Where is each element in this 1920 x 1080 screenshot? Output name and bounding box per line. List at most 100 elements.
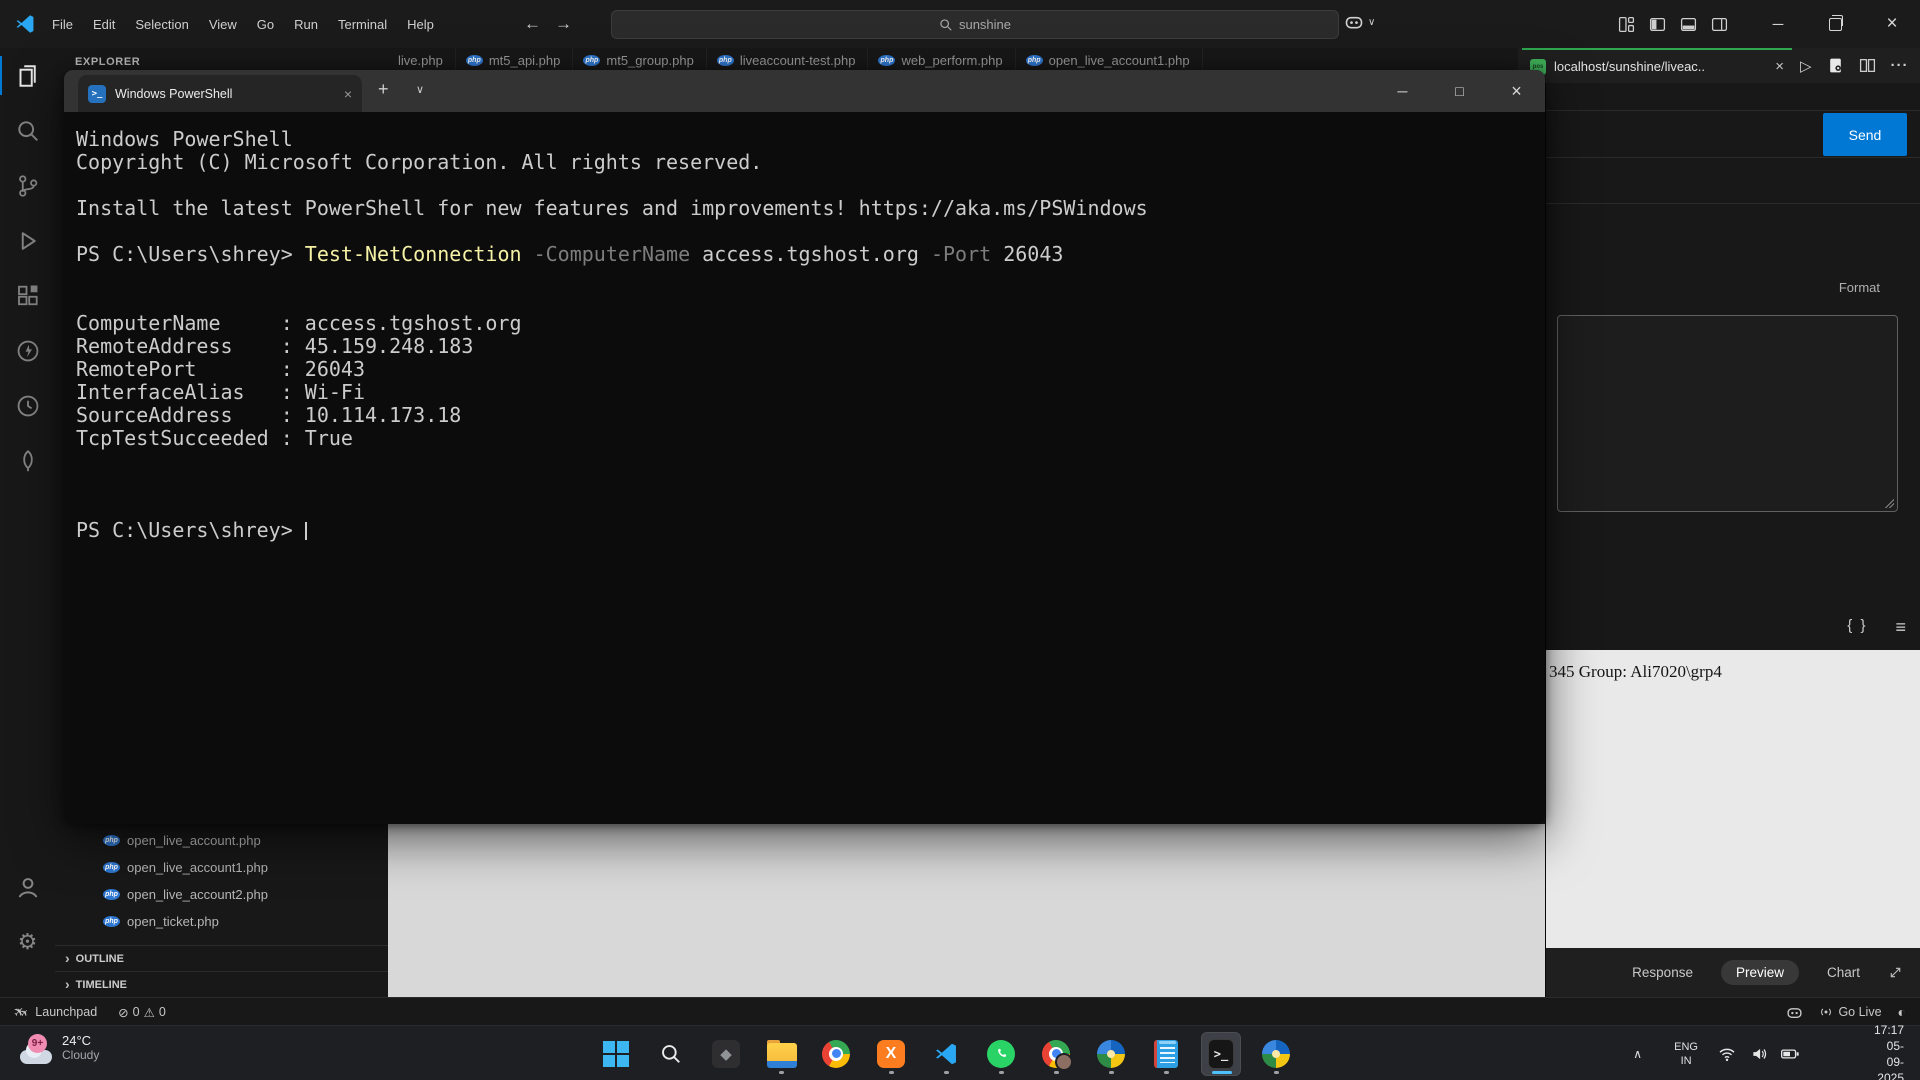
wifi-icon[interactable] [1718,1045,1736,1063]
expand-icon[interactable] [1888,965,1903,980]
leaf-icon [16,449,40,473]
response-tab[interactable]: Chart [1825,960,1862,985]
sidebar-item-search[interactable] [0,103,55,158]
nav-back-button[interactable]: ← [524,14,541,34]
php-file-icon: php [1026,55,1043,66]
tab-dropdown-icon[interactable]: ∨ [416,83,424,96]
terminal-line: RemotePort : 26043 [76,358,1537,381]
new-tab-button[interactable]: + [378,79,389,100]
editor-tab-label: web_perform.php [901,53,1002,68]
go-live-button[interactable]: Go Live [1819,1005,1881,1019]
more-actions-icon[interactable]: ··· [1891,57,1909,74]
tray-overflow-chevron[interactable]: ∧ [1633,1047,1642,1061]
request-body-textarea[interactable] [1557,315,1898,512]
nav-forward-button[interactable]: → [555,14,572,34]
notepad-icon [1154,1040,1178,1068]
outline-section-header[interactable]: › OUTLINE [55,945,388,971]
taskbar-mt5-2-button[interactable] [1256,1032,1296,1076]
customize-layout-icon[interactable] [1618,16,1635,33]
taskbar-terminal-button[interactable]: >_ [1201,1032,1241,1076]
taskbar-obsidian-button[interactable]: ◆ [706,1032,746,1076]
taskbar-search-button[interactable] [651,1032,691,1076]
warning-icon: ⚠ [144,1005,155,1020]
sidebar-item-mongodb[interactable] [0,433,55,488]
taskbar-whatsapp-button[interactable] [981,1032,1021,1076]
browser-preview-tab[interactable]: pos localhost/sunshine/liveac.. × [1522,48,1792,83]
terminal-output[interactable]: Windows PowerShellCopyright (C) Microsof… [64,112,1545,824]
launchpad-button[interactable]: ✈✈ Launchpad [14,1004,97,1020]
lightning-circle-icon [16,339,40,363]
sidebar-item-history[interactable] [0,378,55,433]
resize-handle-icon[interactable] [1885,499,1894,508]
problems-button[interactable]: ⊘ 0 ⚠ 0 [118,1005,166,1020]
taskbar-vscode-button[interactable] [926,1032,966,1076]
sidebar-item-run-debug[interactable] [0,213,55,268]
menu-item[interactable]: Selection [125,13,198,36]
taskbar-xampp-button[interactable]: X [871,1032,911,1076]
sidebar-item-extensions[interactable] [0,268,55,323]
sidebar-item-explorer[interactable] [0,48,55,103]
powershell-titlebar[interactable]: >_ Windows PowerShell × + ∨ ─ □ × [64,70,1545,112]
window-close-button[interactable]: × [1488,70,1545,112]
toggle-primary-sidebar-icon[interactable] [1649,16,1666,33]
command-center-search[interactable]: sunshine [611,10,1339,39]
copilot-button[interactable]: ∨ [1344,12,1375,32]
window-minimize-button[interactable]: ─ [1374,70,1431,112]
taskbar-file-explorer-button[interactable] [761,1032,801,1076]
menu-item[interactable]: Terminal [328,13,397,36]
file-list-item[interactable]: php open_ticket.php [55,908,388,935]
volume-icon[interactable] [1750,1045,1768,1063]
tab-close-icon[interactable]: × [344,86,352,102]
chrome-icon [822,1040,850,1068]
menu-item[interactable]: Edit [83,13,125,36]
activity-bar: ⚙ [0,48,55,997]
taskbar-chrome-button[interactable] [816,1032,856,1076]
taskbar-notepad-button[interactable] [1146,1032,1186,1076]
battery-icon[interactable] [1780,1045,1800,1063]
open-preview-icon[interactable] [1827,57,1844,74]
response-tab[interactable]: Response [1630,960,1695,985]
terminal-line [76,220,1537,243]
file-list-item[interactable]: php open_live_account2.php [55,881,388,908]
sidebar-item-source-control[interactable] [0,158,55,213]
taskbar-start-button[interactable] [596,1032,636,1076]
file-name: open_live_account1.php [127,860,268,875]
folder-icon [767,1044,795,1068]
response-tab[interactable]: Preview [1721,960,1799,985]
format-json-icon[interactable]: { } [1847,617,1867,638]
toggle-panel-icon[interactable] [1680,16,1697,33]
window-minimize-button[interactable]: ─ [1755,0,1801,48]
timeline-section-header[interactable]: › TIMELINE [55,971,388,997]
run-debug-icon [16,229,40,253]
menu-item[interactable]: Help [397,13,444,36]
settings-button[interactable]: ⚙ [0,914,55,969]
terminal-line [76,473,1537,496]
copilot-status-icon[interactable] [1786,1004,1803,1021]
menu-item[interactable]: File [42,13,83,36]
window-close-button[interactable]: × [1869,0,1915,48]
taskbar-chrome-profile-button[interactable] [1036,1032,1076,1076]
run-file-button[interactable]: ▷ [1800,57,1812,75]
tab-close-icon[interactable]: × [1775,58,1784,75]
file-list-item[interactable]: php open_live_account1.php [55,854,388,881]
taskbar-weather-widget[interactable]: 9+ 24°C Cloudy [18,1030,99,1066]
send-button[interactable]: Send [1823,113,1907,156]
window-maximize-button[interactable]: □ [1431,70,1488,112]
menu-item[interactable]: Go [247,13,284,36]
window-restore-button[interactable] [1812,0,1858,48]
powershell-icon: >_ [88,85,106,103]
half-circle-icon[interactable]: ◐ [1898,1004,1906,1020]
toggle-secondary-sidebar-icon[interactable] [1711,16,1728,33]
taskbar-clock[interactable]: 17:17 05-09-2025 [1874,1022,1904,1080]
sidebar-item-thunder-client[interactable] [0,323,55,378]
powershell-tab[interactable]: >_ Windows PowerShell × [78,75,362,112]
taskbar-mt5-button[interactable] [1091,1032,1131,1076]
menu-lines-icon[interactable]: ≡ [1895,617,1906,638]
language-indicator[interactable]: ENGIN [1674,1040,1698,1068]
file-list-item[interactable]: php open_live_account.php [55,827,388,854]
account-button[interactable] [0,859,55,914]
split-editor-icon[interactable] [1859,57,1876,74]
menu-item[interactable]: View [199,13,247,36]
menu-item[interactable]: Run [284,13,328,36]
timeline-label: TIMELINE [76,979,127,991]
